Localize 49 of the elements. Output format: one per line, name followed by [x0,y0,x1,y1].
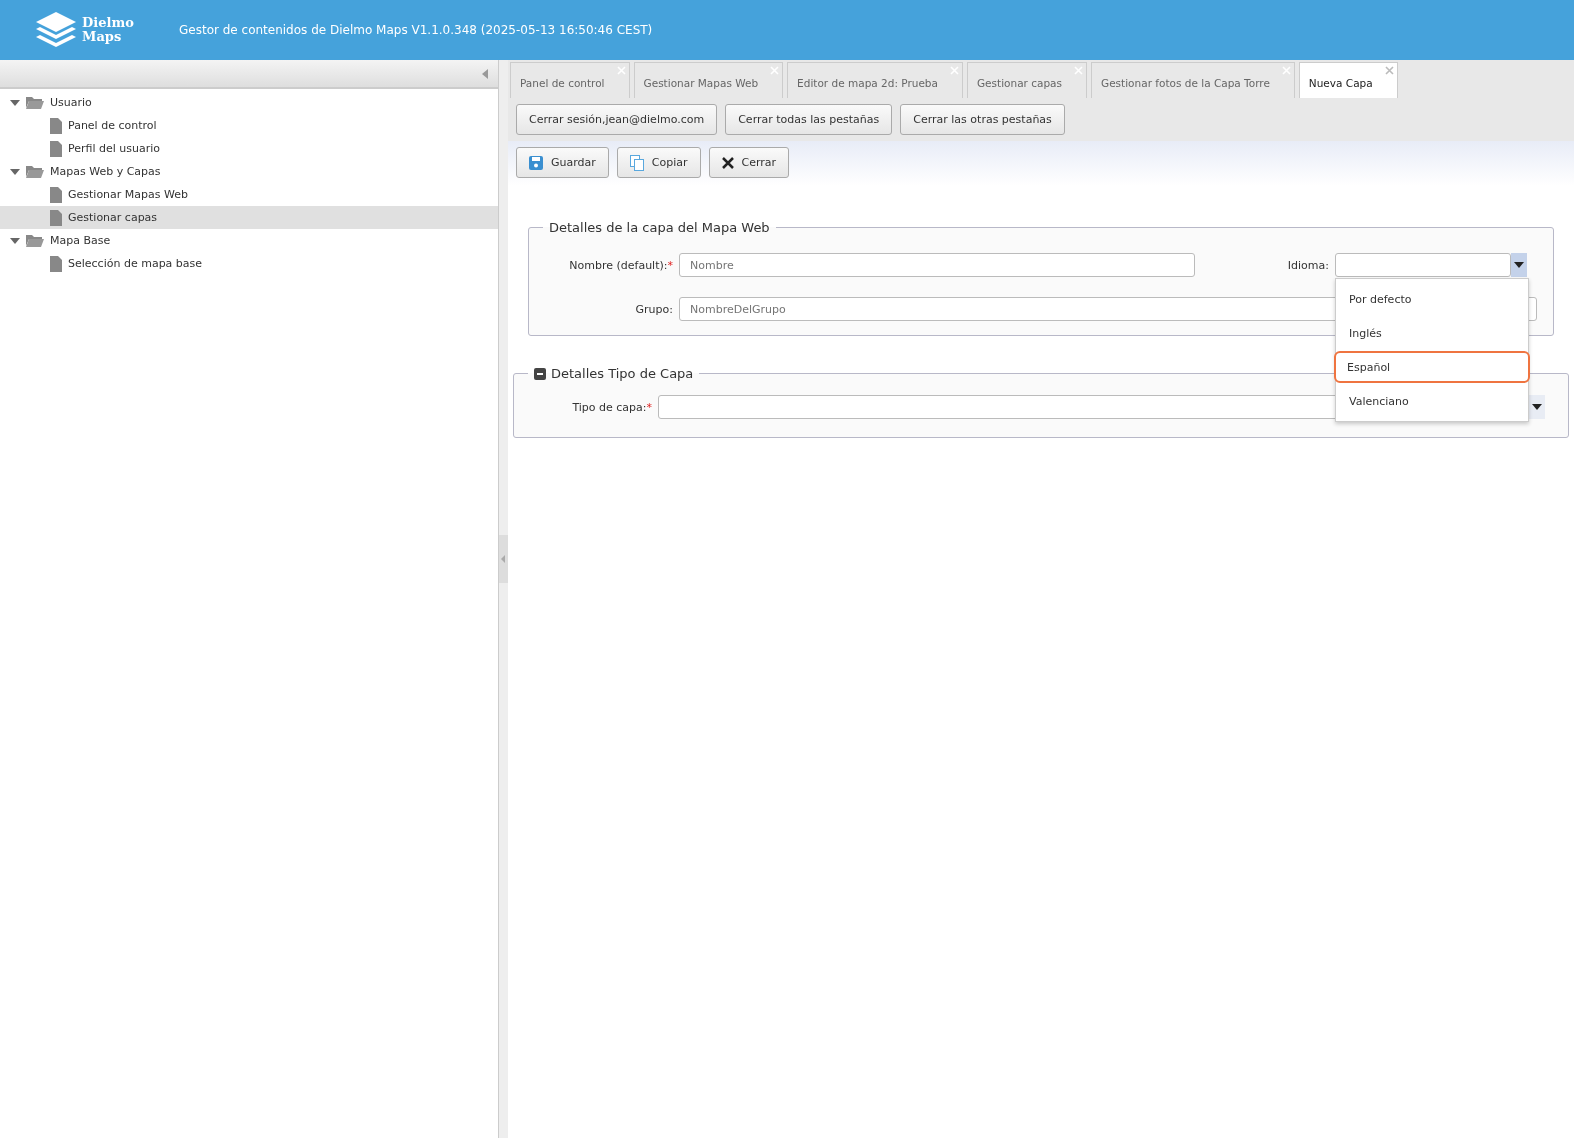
document-icon [50,255,62,272]
splitter-handle-icon[interactable] [499,535,508,583]
tree-item[interactable]: Gestionar capas [0,206,498,229]
field-label: Grupo: [634,302,673,316]
tab[interactable]: Editor de mapa 2d: Prueba [787,62,963,98]
caret-icon[interactable] [10,167,20,176]
tree-folder[interactable]: Usuario [0,91,498,114]
section-legend: Detalles de la capa del Mapa Web [543,220,776,235]
tab[interactable]: Gestionar Mapas Web [633,62,784,98]
folder-icon [26,234,44,247]
folder-icon [26,96,44,109]
copy-icon [629,154,644,171]
dropdown-option[interactable]: Español [1334,351,1530,383]
caret-icon[interactable] [10,98,20,107]
logo-text: Dielmo Maps [82,16,134,44]
field-label: Tipo de capa:* [571,400,652,414]
field-label: Idioma: [1286,258,1329,272]
tab[interactable]: Gestionar capas [966,62,1087,98]
section-legend: Detalles Tipo de Capa [528,366,700,381]
tab[interactable]: Nueva Capa [1298,62,1398,98]
layers-logo-icon [36,12,76,48]
tree-item[interactable]: Gestionar Mapas Web [0,183,498,206]
tab[interactable]: Panel de control [510,62,630,98]
document-icon [50,186,62,203]
close-icon[interactable] [1384,66,1394,75]
toolbar-button[interactable]: Cerrar sesión,jean@dielmo.com [516,104,718,135]
tree-item[interactable]: Perfil del usuario [0,137,498,160]
save-icon [529,155,543,170]
toolbar-button[interactable]: Cerrar las otras pestañas [900,104,1065,135]
caret-icon[interactable] [10,236,20,245]
dropdown-option[interactable]: Valenciano [1336,385,1528,417]
tab[interactable]: Gestionar fotos de la Capa Torre [1091,62,1295,98]
tree-folder[interactable]: Mapa Base [0,229,498,252]
tree-folder[interactable]: Mapas Web y Capas [0,160,498,183]
document-icon [50,117,62,134]
document-icon [50,209,62,226]
close-icon [721,156,734,169]
collapse-icon[interactable] [534,367,546,380]
close-button[interactable]: Cerrar [708,147,790,178]
tree-item[interactable]: Panel de control [0,114,498,137]
copy-button[interactable]: Copiar [616,147,701,178]
tree-item[interactable]: Selección de mapa base [0,252,498,275]
field-label: Nombre (default):* [568,258,673,272]
folder-icon [26,165,44,178]
toolbar-button[interactable]: Cerrar todas las pestañas [725,104,893,135]
document-icon [50,140,62,157]
app-title: Gestor de contenidos de Dielmo Maps V1.1.0.348 (2025-05-13 16:50:46 CEST) [179,23,653,37]
save-button[interactable]: Guardar [516,147,609,178]
name-field[interactable]: Nombre [679,253,1195,277]
